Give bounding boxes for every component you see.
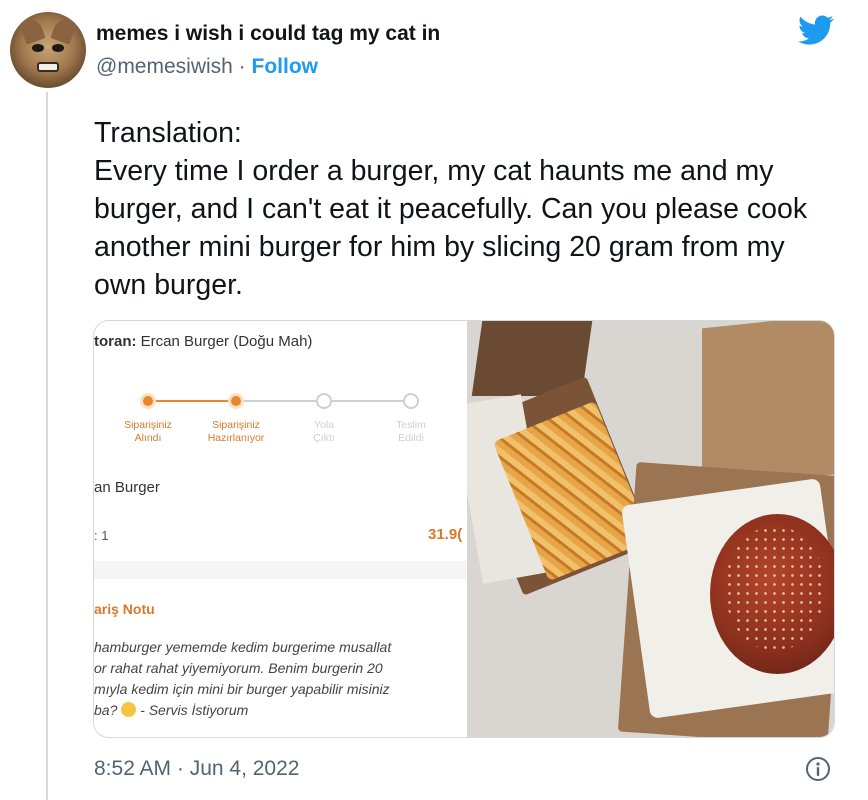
info-icon[interactable] (805, 756, 831, 782)
product-quantity: : 1 (94, 528, 109, 543)
avatar-eye-left (32, 44, 44, 52)
restaurant-name: Ercan Burger (Doğu Mah) (136, 333, 313, 350)
order-note-suffix: - Servis İstiyorum (136, 702, 249, 718)
avatar-eye-right (52, 44, 64, 52)
restaurant-line: toran: Ercan Burger (Doğu Mah) (94, 333, 312, 350)
burger-fries-photo[interactable] (467, 321, 834, 737)
author-handle-row: @memesiwish · Follow (96, 55, 318, 79)
burger-box-lid (702, 321, 834, 489)
section-divider (94, 561, 466, 579)
handle-separator: · (232, 55, 252, 78)
thread-line (46, 92, 48, 800)
media-grid[interactable]: toran: Ercan Burger (Doğu Mah) Siparişin… (93, 320, 835, 738)
tweet-timestamp[interactable]: 8:52 AM · Jun 4, 2022 (94, 757, 299, 781)
step-label-4: Teslim Edildi (396, 419, 426, 444)
step-dot-3 (316, 393, 332, 409)
twitter-bird-icon[interactable] (796, 12, 836, 48)
progress-line-done (149, 400, 237, 402)
restaurant-label: toran: (94, 333, 137, 350)
product-name: an Burger (94, 479, 160, 496)
tweet-text: Translation: Every time I order a burger… (94, 117, 808, 301)
product-price: 31.9( (428, 526, 463, 543)
step-dot-1 (140, 393, 156, 409)
pleading-face-emoji (121, 702, 137, 717)
step-label-1: Siparişiniz Alındı (124, 419, 172, 444)
order-note-body: hamburger yememde kedim burgerime musall… (94, 637, 466, 721)
avatar-ear-left (18, 15, 46, 45)
author-display-name[interactable]: memes i wish i could tag my cat in (96, 22, 440, 46)
step-label-3: Yola Çıktı (313, 419, 335, 444)
step-dot-4 (403, 393, 419, 409)
order-note-title: ariş Notu (94, 601, 155, 617)
step-label-2: Siparişiniz Hazırlanıyor (207, 419, 265, 444)
sesame-seeds (725, 526, 825, 651)
avatar-mouth (37, 62, 59, 72)
order-screenshot-image[interactable]: toran: Ercan Burger (Doğu Mah) Siparişin… (94, 321, 466, 737)
step-dot-2 (228, 393, 244, 409)
avatar-ear-right (50, 15, 78, 45)
follow-button[interactable]: Follow (252, 55, 319, 78)
author-handle[interactable]: @memesiwish (96, 55, 233, 78)
avatar[interactable] (10, 12, 86, 88)
